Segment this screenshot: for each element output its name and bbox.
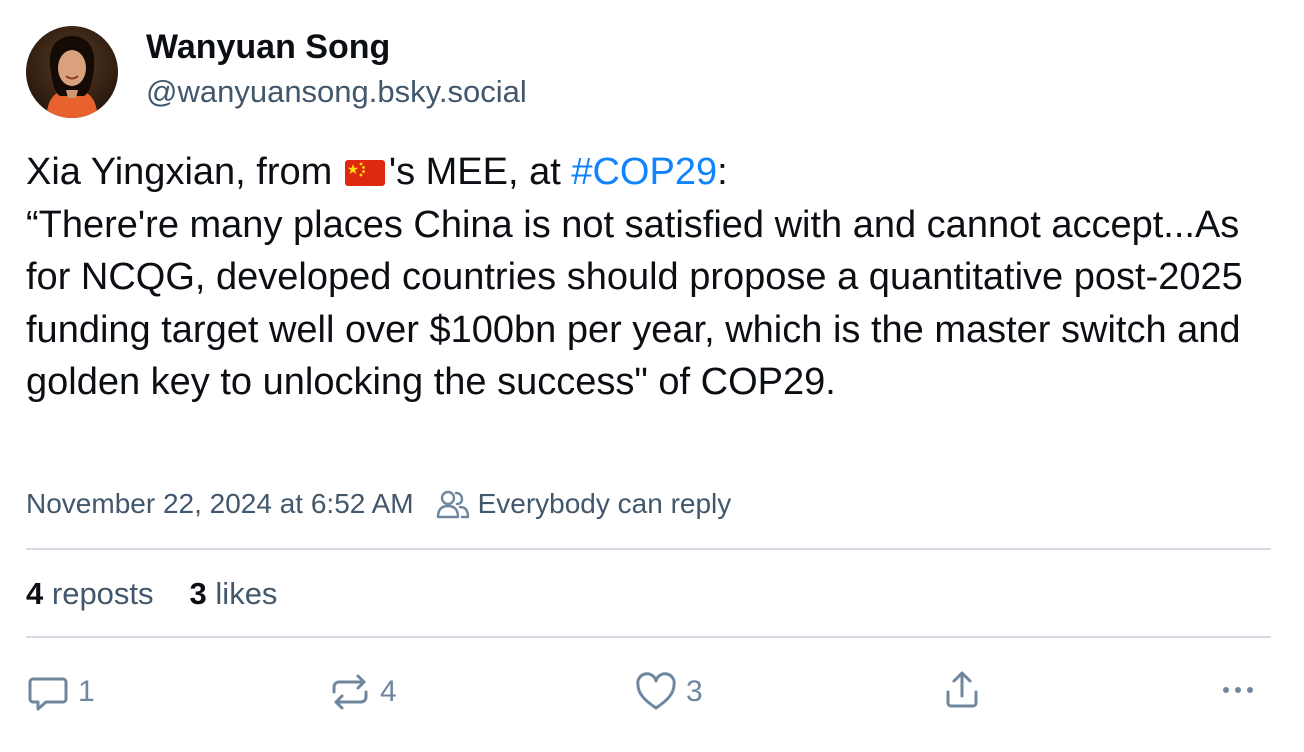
hashtag-link[interactable]: #COP29 [571,151,717,193]
post-text-mee: 's MEE, at [388,151,572,193]
people-icon [436,490,469,519]
post-actions: 1 4 3 [26,668,1271,716]
reply-count: 1 [78,675,95,708]
like-button[interactable]: 3 [634,668,703,716]
china-flag-icon [344,148,385,186]
author-names: Wanyuan Song @wanyuansong.bsky.social [146,25,527,113]
likes-label: likes [215,576,278,611]
post-text-colon: : [717,151,728,193]
avatar-image [26,26,118,118]
more-options-button[interactable] [1216,668,1260,712]
reposts-label: reposts [51,576,154,611]
like-count: 3 [686,675,703,708]
share-button[interactable] [940,668,984,712]
repost-button[interactable]: 4 [328,668,397,716]
repost-icon [332,674,368,710]
heart-icon [636,672,676,710]
engagement-stats: 4 reposts 3 likes [26,572,313,616]
likes-stat[interactable]: 3 likes [190,572,278,616]
share-icon [946,671,978,708]
reposts-count: 4 [26,576,44,611]
divider [26,636,1271,638]
post-text-quote: “There're many places China is not satis… [26,203,1243,404]
post-meta: November 22, 2024 at 6:52 AM Everybody c… [26,484,731,524]
reposts-stat[interactable]: 4 reposts [26,572,154,616]
likes-count: 3 [189,576,207,611]
author-handle[interactable]: @wanyuansong.bsky.social [146,71,527,113]
divider [26,548,1271,550]
reply-icon [28,677,68,711]
post-text: Xia Yingxian, from 's MEE, at #COP29: “Th… [26,146,1276,409]
repost-count: 4 [380,675,397,708]
post-header: Wanyuan Song @wanyuansong.bsky.social [26,26,527,118]
author-display-name[interactable]: Wanyuan Song [146,25,527,69]
avatar[interactable] [26,26,118,118]
post-timestamp[interactable]: November 22, 2024 at 6:52 AM [26,484,414,524]
reply-setting[interactable]: Everybody can reply [478,484,732,524]
ellipsis-icon [1223,687,1253,693]
reply-button[interactable]: 1 [26,668,95,716]
post-thread-item: Wanyuan Song @wanyuansong.bsky.social Xi… [0,0,1304,752]
post-text-intro: Xia Yingxian, from [26,151,343,193]
